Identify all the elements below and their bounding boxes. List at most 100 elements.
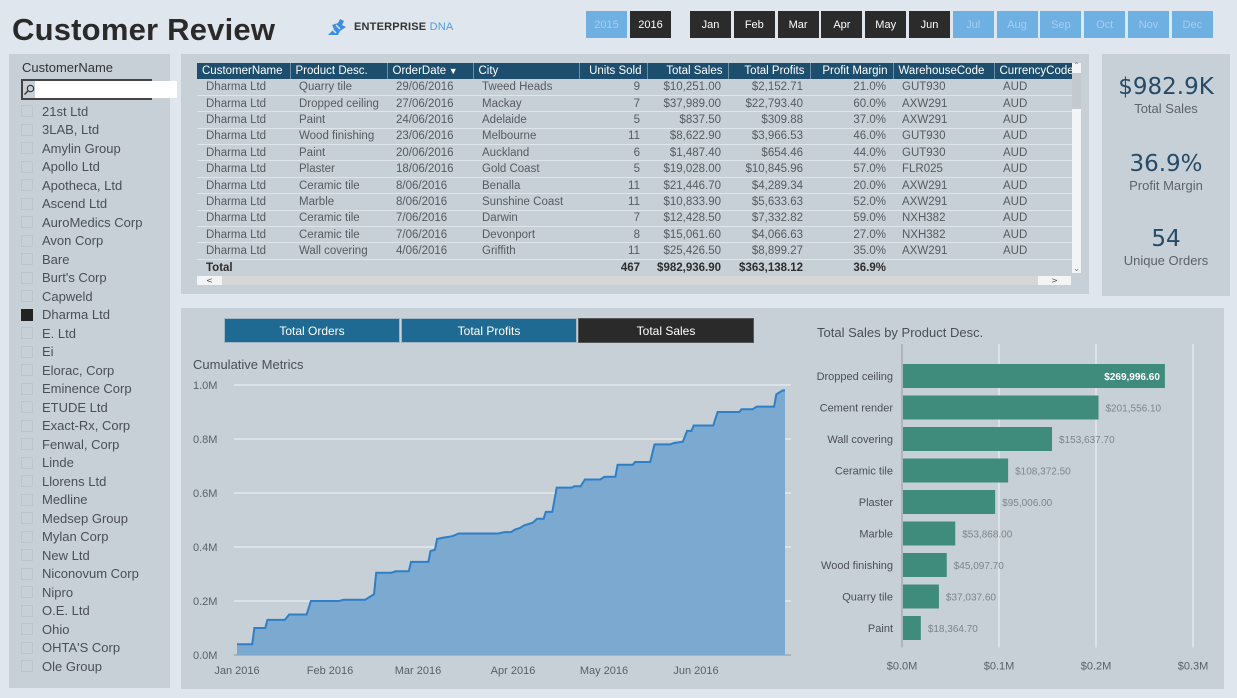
bar[interactable] xyxy=(903,584,939,609)
table-row[interactable]: Dharma Ltd Wall covering 4/06/2016 Griffith… xyxy=(197,242,1073,260)
customer-search-box[interactable] xyxy=(21,79,177,100)
month-button-oct[interactable]: Oct xyxy=(1083,10,1127,39)
table-horizontal-scrollbar[interactable]: < > xyxy=(197,276,1071,285)
bar[interactable] xyxy=(903,395,1099,420)
checkbox[interactable] xyxy=(21,604,33,617)
tab-total-sales[interactable]: Total Sales xyxy=(578,318,754,343)
column-header[interactable]: Profit Margin xyxy=(810,63,894,79)
customer-item[interactable]: Llorens Ltd xyxy=(21,472,142,491)
table-row[interactable]: Dharma Ltd Ceramic tile 7/06/2016 Devonport… xyxy=(197,226,1073,244)
sort-desc-icon[interactable]: ▼ xyxy=(446,66,458,76)
customer-item[interactable]: Elorac, Corp xyxy=(21,361,142,380)
customer-item[interactable]: Ei xyxy=(21,343,142,362)
scroll-right-icon[interactable]: > xyxy=(1038,276,1071,285)
bar[interactable] xyxy=(903,616,921,640)
checkbox[interactable] xyxy=(21,234,33,247)
table-row[interactable]: Dharma Ltd Ceramic tile 7/06/2016 Darwin 7 $1… xyxy=(197,210,1073,228)
bar[interactable] xyxy=(903,490,996,514)
table-vertical-scroll-thumb[interactable] xyxy=(1072,73,1081,109)
customer-item[interactable]: Apollo Ltd xyxy=(21,158,142,177)
bar[interactable] xyxy=(903,458,1009,483)
column-header[interactable]: CurrencyCode xyxy=(994,63,1073,79)
month-button-jul[interactable]: Jul xyxy=(951,10,995,39)
column-header[interactable]: CustomerName xyxy=(197,63,291,79)
customer-item[interactable]: Ohio xyxy=(21,620,142,639)
checkbox[interactable] xyxy=(21,586,33,599)
checkbox[interactable] xyxy=(21,475,33,488)
checkbox[interactable] xyxy=(21,105,33,118)
customer-item[interactable]: 21st Ltd xyxy=(21,102,142,121)
customer-item[interactable]: Apotheca, Ltd xyxy=(21,176,142,195)
checkbox[interactable] xyxy=(21,530,33,543)
table-row[interactable]: Dharma Ltd Dropped ceiling 27/06/2016 Macka… xyxy=(197,95,1073,113)
customer-search-input[interactable] xyxy=(35,81,177,98)
customer-item[interactable]: Avon Corp xyxy=(21,232,142,251)
column-header[interactable]: City xyxy=(473,63,580,79)
checkbox[interactable] xyxy=(21,401,33,414)
customer-item[interactable]: ETUDE Ltd xyxy=(21,398,142,417)
column-header[interactable]: Product Desc. xyxy=(290,63,388,79)
tab-total-profits[interactable]: Total Profits xyxy=(401,318,577,343)
bar[interactable] xyxy=(903,427,1053,451)
month-button-sep[interactable]: Sep xyxy=(1039,10,1083,39)
scroll-left-icon[interactable]: < xyxy=(197,276,222,285)
checkbox[interactable] xyxy=(21,549,33,562)
month-button-jan[interactable]: Jan xyxy=(689,10,732,39)
customer-item[interactable]: E. Ltd xyxy=(21,324,142,343)
table-row[interactable]: Dharma Ltd Paint 24/06/2016 Adelaide 5 $837.5… xyxy=(197,111,1073,129)
checkbox[interactable] xyxy=(21,179,33,192)
month-button-mar[interactable]: Mar xyxy=(776,10,820,39)
month-button-may[interactable]: May xyxy=(864,10,908,39)
column-header[interactable]: Total Profits xyxy=(728,63,811,79)
customer-item[interactable]: Ascend Ltd xyxy=(21,195,142,214)
checkbox[interactable] xyxy=(21,438,33,451)
checkbox[interactable] xyxy=(21,345,33,358)
checkbox[interactable] xyxy=(21,142,33,155)
scroll-down-icon[interactable]: ⌄ xyxy=(1072,264,1081,273)
customer-item[interactable]: Bare xyxy=(21,250,142,269)
table-row[interactable]: Dharma Ltd Ceramic tile 8/06/2016 Benalla 11… xyxy=(197,177,1073,195)
customer-item[interactable]: Medsep Group xyxy=(21,509,142,528)
table-row[interactable]: Dharma Ltd Wood finishing 23/06/2016 Melbou… xyxy=(197,128,1073,146)
customer-item[interactable]: New Ltd xyxy=(21,546,142,565)
checkbox[interactable] xyxy=(21,290,33,303)
customer-item[interactable]: Dharma Ltd xyxy=(21,306,142,325)
customer-item[interactable]: 3LAB, Ltd xyxy=(21,121,142,140)
month-button-apr[interactable]: Apr xyxy=(820,10,864,39)
checkbox[interactable] xyxy=(21,641,33,654)
tab-total-orders[interactable]: Total Orders xyxy=(224,318,400,343)
checkbox[interactable] xyxy=(21,493,33,506)
checkbox[interactable] xyxy=(21,123,33,136)
checkbox[interactable] xyxy=(21,382,33,395)
customer-item[interactable]: Nipro xyxy=(21,583,142,602)
customer-item[interactable]: Mylan Corp xyxy=(21,528,142,547)
customer-item[interactable]: OHTA'S Corp xyxy=(21,639,142,658)
customer-item[interactable]: AuroMedics Corp xyxy=(21,213,142,232)
checkbox[interactable] xyxy=(21,327,33,340)
column-header[interactable]: OrderDate ▼ xyxy=(387,63,474,79)
checkbox[interactable] xyxy=(21,253,33,266)
checkbox[interactable] xyxy=(21,271,33,284)
column-header[interactable]: Units Sold xyxy=(579,63,648,79)
year-button-2016[interactable]: 2016 xyxy=(629,10,672,39)
checkbox[interactable] xyxy=(21,660,33,673)
checkbox[interactable] xyxy=(21,512,33,525)
customer-item[interactable]: Amylin Group xyxy=(21,139,142,158)
checkbox[interactable] xyxy=(21,160,33,173)
column-header[interactable]: WarehouseCode xyxy=(893,63,995,79)
bar[interactable] xyxy=(903,553,947,577)
month-button-feb[interactable]: Feb xyxy=(732,10,776,39)
bar[interactable] xyxy=(903,521,956,546)
checkbox[interactable] xyxy=(21,623,33,636)
customer-item[interactable]: Exact-Rx, Corp xyxy=(21,417,142,436)
table-vertical-scrollbar[interactable]: ⌃ ⌄ xyxy=(1072,61,1081,273)
checkbox[interactable] xyxy=(21,419,33,432)
table-row[interactable]: Dharma Ltd Quarry tile 29/06/2016 Tweed Hea… xyxy=(197,79,1073,96)
customer-item[interactable]: Medline xyxy=(21,491,142,510)
checkbox[interactable] xyxy=(21,456,33,469)
customer-item[interactable]: Linde xyxy=(21,454,142,473)
column-header[interactable]: Total Sales xyxy=(647,63,729,79)
scroll-up-icon[interactable]: ⌃ xyxy=(1072,61,1081,70)
customer-item[interactable]: Ole Group xyxy=(21,657,142,676)
table-row[interactable]: Dharma Ltd Marble 8/06/2016 Sunshine Coast 1… xyxy=(197,193,1073,211)
